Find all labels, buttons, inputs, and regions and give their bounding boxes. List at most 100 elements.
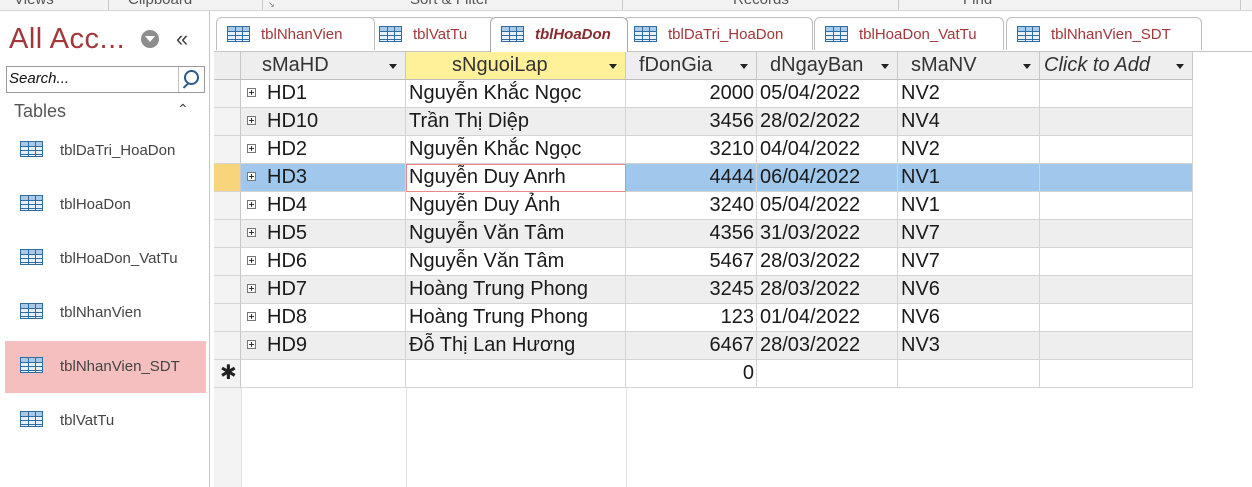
cell-smahd[interactable]: HD9: [241, 332, 406, 360]
column-filter-dropdown-icon[interactable]: [740, 64, 748, 69]
cell-click-to-add[interactable]: [1040, 304, 1193, 332]
row-selector[interactable]: [214, 332, 241, 360]
tables-group-header[interactable]: Tables: [14, 101, 66, 122]
row-selector[interactable]: [214, 220, 241, 248]
cell-smahd[interactable]: HD8: [241, 304, 406, 332]
cell-fdongia[interactable]: 123: [626, 304, 757, 332]
cell-fdongia[interactable]: 6467: [626, 332, 757, 360]
cell-snguoilap[interactable]: Hoàng Trung Phong: [406, 304, 626, 332]
column-header-smanv[interactable]: sMaNV: [898, 52, 1040, 80]
cell-smahd[interactable]: HD3: [241, 164, 406, 192]
cell-dngayban[interactable]: 06/04/2022: [757, 164, 898, 192]
cell-dngayban[interactable]: 05/04/2022: [757, 192, 898, 220]
cell-fdongia[interactable]: 5467: [626, 248, 757, 276]
cell-snguoilap[interactable]: Nguyễn Văn Tâm: [406, 248, 626, 276]
nav-item-table[interactable]: tblVatTu: [5, 395, 206, 447]
tab-document[interactable]: tblNhanVien_SDT: [1006, 17, 1202, 50]
cell-smanv[interactable]: NV7: [898, 248, 1040, 276]
row-selector[interactable]: [214, 136, 241, 164]
column-header-dngayban[interactable]: dNgayBan: [757, 52, 898, 80]
new-record-cell[interactable]: [898, 360, 1040, 388]
column-filter-dropdown-icon[interactable]: [1023, 64, 1031, 69]
cell-smahd[interactable]: HD10: [241, 108, 406, 136]
nav-menu-dropdown-icon[interactable]: [141, 30, 159, 48]
expand-subdatasheet-icon[interactable]: [247, 284, 256, 293]
cell-smahd[interactable]: HD2: [241, 136, 406, 164]
cell-fdongia[interactable]: 2000: [626, 80, 757, 108]
cell-smahd[interactable]: HD5: [241, 220, 406, 248]
cell-click-to-add[interactable]: [1040, 164, 1193, 192]
new-record-selector[interactable]: ✱: [214, 360, 241, 388]
nav-item-table[interactable]: tblHoaDon: [5, 179, 206, 231]
tab-document[interactable]: tblHoaDon_VatTu: [814, 17, 1004, 50]
cell-click-to-add[interactable]: [1040, 80, 1193, 108]
cell-dngayban[interactable]: 04/04/2022: [757, 136, 898, 164]
row-selector[interactable]: [214, 164, 241, 192]
cell-fdongia[interactable]: 3456: [626, 108, 757, 136]
cell-snguoilap[interactable]: Nguyễn Duy Ảnh: [406, 192, 626, 220]
row-selector[interactable]: [214, 192, 241, 220]
cell-dngayban[interactable]: 31/03/2022: [757, 220, 898, 248]
expand-subdatasheet-icon[interactable]: [247, 144, 256, 153]
cell-snguoilap[interactable]: Hoàng Trung Phong: [406, 276, 626, 304]
cell-smahd[interactable]: HD4: [241, 192, 406, 220]
cell-dngayban[interactable]: 28/03/2022: [757, 248, 898, 276]
cell-click-to-add[interactable]: [1040, 220, 1193, 248]
cell-dngayban[interactable]: 01/04/2022: [757, 304, 898, 332]
new-record-cell[interactable]: [757, 360, 898, 388]
column-header-click-to-add[interactable]: Click to Add: [1040, 52, 1193, 80]
nav-item-table[interactable]: tblNhanVien: [5, 287, 206, 339]
column-header-fdongia[interactable]: fDonGia: [626, 52, 757, 80]
cell-dngayban[interactable]: 28/03/2022: [757, 276, 898, 304]
cell-dngayban[interactable]: 05/04/2022: [757, 80, 898, 108]
nav-item-table[interactable]: tblDaTri_HoaDon: [5, 125, 206, 177]
cell-fdongia[interactable]: 4444: [626, 164, 757, 192]
cell-smanv[interactable]: NV4: [898, 108, 1040, 136]
cell-smanv[interactable]: NV3: [898, 332, 1040, 360]
cell-smahd[interactable]: HD7: [241, 276, 406, 304]
nav-search-input[interactable]: [9, 68, 177, 89]
cell-snguoilap[interactable]: Nguyễn Khắc Ngọc: [406, 80, 626, 108]
dialog-launcher-icon[interactable]: ↘: [268, 0, 275, 9]
expand-subdatasheet-icon[interactable]: [247, 88, 256, 97]
cell-fdongia[interactable]: 4356: [626, 220, 757, 248]
cell-click-to-add[interactable]: [1040, 332, 1193, 360]
row-selector[interactable]: [214, 80, 241, 108]
cell-snguoilap[interactable]: Đỗ Thị Lan Hương: [406, 332, 626, 360]
expand-subdatasheet-icon[interactable]: [247, 256, 256, 265]
cell-click-to-add[interactable]: [1040, 276, 1193, 304]
new-record-cell[interactable]: [241, 360, 406, 388]
cell-snguoilap[interactable]: Trần Thị Diệp: [406, 108, 626, 136]
column-filter-dropdown-icon[interactable]: [1176, 64, 1184, 69]
expand-subdatasheet-icon[interactable]: [247, 312, 256, 321]
row-selector[interactable]: [214, 304, 241, 332]
new-record-cell[interactable]: [406, 360, 626, 388]
group-collapse-icon[interactable]: ⌃: [177, 101, 189, 118]
expand-subdatasheet-icon[interactable]: [247, 228, 256, 237]
cell-dngayban[interactable]: 28/02/2022: [757, 108, 898, 136]
shutter-bar-collapse-icon[interactable]: «: [176, 26, 188, 52]
cell-click-to-add[interactable]: [1040, 108, 1193, 136]
cell-fdongia[interactable]: 3210: [626, 136, 757, 164]
row-selector[interactable]: [214, 276, 241, 304]
cell-smahd[interactable]: HD6: [241, 248, 406, 276]
cell-click-to-add[interactable]: [1040, 192, 1193, 220]
expand-subdatasheet-icon[interactable]: [247, 172, 256, 181]
tab-document[interactable]: tblDaTri_HoaDon: [623, 17, 813, 50]
column-filter-dropdown-icon[interactable]: [389, 64, 397, 69]
search-icon[interactable]: [178, 67, 204, 92]
cell-smanv[interactable]: NV2: [898, 80, 1040, 108]
tab-document[interactable]: tblHoaDon: [490, 17, 628, 52]
column-filter-dropdown-icon[interactable]: [609, 64, 617, 69]
cell-smahd[interactable]: HD1: [241, 80, 406, 108]
expand-subdatasheet-icon[interactable]: [247, 200, 256, 209]
expand-subdatasheet-icon[interactable]: [247, 340, 256, 349]
new-record-cell[interactable]: 0: [626, 360, 757, 388]
cell-smanv[interactable]: NV7: [898, 220, 1040, 248]
cell-fdongia[interactable]: 3240: [626, 192, 757, 220]
column-filter-dropdown-icon[interactable]: [881, 64, 889, 69]
cell-snguoilap[interactable]: Nguyễn Duy Anrh: [406, 164, 626, 192]
cell-click-to-add[interactable]: [1040, 136, 1193, 164]
nav-pane-title[interactable]: All Acc...: [9, 23, 125, 56]
cell-dngayban[interactable]: 28/03/2022: [757, 332, 898, 360]
